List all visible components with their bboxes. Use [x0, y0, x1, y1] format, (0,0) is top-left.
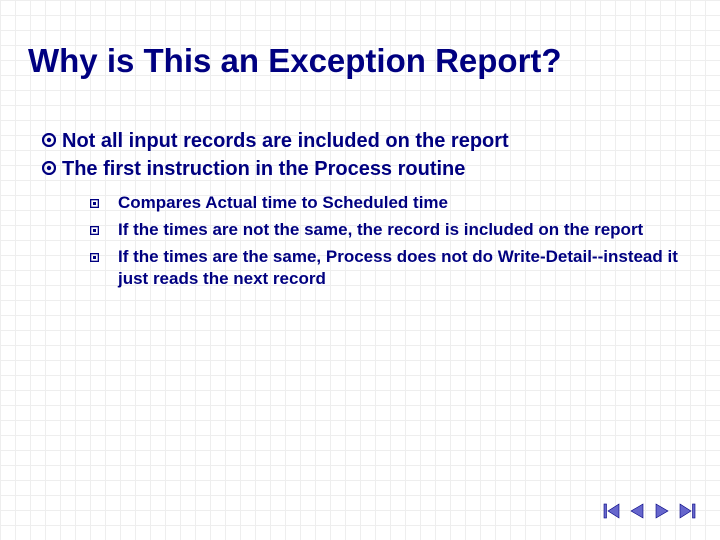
- list-item-text: If the times are the same, Process does …: [118, 246, 682, 290]
- list-item-text: Not all input records are included on th…: [62, 128, 509, 154]
- nav-controls: [601, 500, 698, 522]
- list-item: Not all input records are included on th…: [42, 128, 682, 154]
- bullet-icon: [42, 128, 62, 154]
- list-item-text: If the times are not the same, the recor…: [118, 219, 643, 241]
- square-bullet-icon: [90, 219, 118, 242]
- slide-title: Why is This an Exception Report?: [28, 42, 688, 80]
- sub-list: Compares Actual time to Scheduled time I…: [90, 192, 682, 290]
- bullet-icon: [42, 156, 62, 182]
- previous-slide-button[interactable]: [626, 500, 648, 522]
- list-item: If the times are the same, Process does …: [90, 246, 682, 290]
- square-bullet-icon: [90, 246, 118, 269]
- first-slide-button[interactable]: [601, 500, 623, 522]
- list-item: Compares Actual time to Scheduled time: [90, 192, 682, 215]
- last-slide-button[interactable]: [676, 500, 698, 522]
- next-slide-button[interactable]: [651, 500, 673, 522]
- slide-body: Not all input records are included on th…: [42, 128, 682, 294]
- list-item-text: Compares Actual time to Scheduled time: [118, 192, 448, 214]
- list-item-text: The first instruction in the Process rou…: [62, 156, 465, 182]
- square-bullet-icon: [90, 192, 118, 215]
- list-item: If the times are not the same, the recor…: [90, 219, 682, 242]
- list-item: The first instruction in the Process rou…: [42, 156, 682, 182]
- slide: Why is This an Exception Report? Not all…: [0, 0, 720, 540]
